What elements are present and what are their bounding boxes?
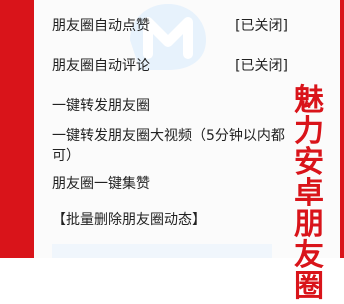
vertical-red-title: 魅 力 安 卓 朋 友 圈 [282, 83, 336, 302]
vertical-char-4: 卓 [294, 176, 324, 211]
vertical-char-1: 魅 [294, 83, 324, 118]
batch-delete-moments[interactable]: 【批量删除朋友圈动态】 [52, 210, 206, 230]
right-red-border [340, 0, 344, 258]
vertical-char-2: 力 [294, 114, 324, 149]
auto-like-status[interactable]: [已关闭] [235, 16, 288, 36]
partially-visible-next-item [52, 244, 272, 258]
one-click-collect-likes[interactable]: 朋友圈一键集赞 [52, 174, 150, 194]
screen: 朋友圈自动点赞 [已关闭] 朋友圈自动评论 [已关闭] 一键转发朋友圈 一键转发… [0, 0, 344, 302]
left-red-border [0, 0, 34, 258]
auto-comment-setting[interactable]: 朋友圈自动评论 [52, 56, 150, 76]
vertical-char-5: 朋 [294, 207, 324, 242]
vertical-char-7: 圈 [294, 269, 324, 304]
vertical-char-3: 安 [294, 145, 324, 180]
one-click-forward-moments[interactable]: 一键转发朋友圈 [52, 96, 150, 116]
one-click-forward-long-video[interactable]: 一键转发朋友圈大视频（5分钟以内都可） [52, 126, 290, 166]
auto-like-setting[interactable]: 朋友圈自动点赞 [52, 16, 150, 36]
auto-comment-status[interactable]: [已关闭] [235, 56, 288, 76]
vertical-char-6: 友 [294, 238, 324, 273]
